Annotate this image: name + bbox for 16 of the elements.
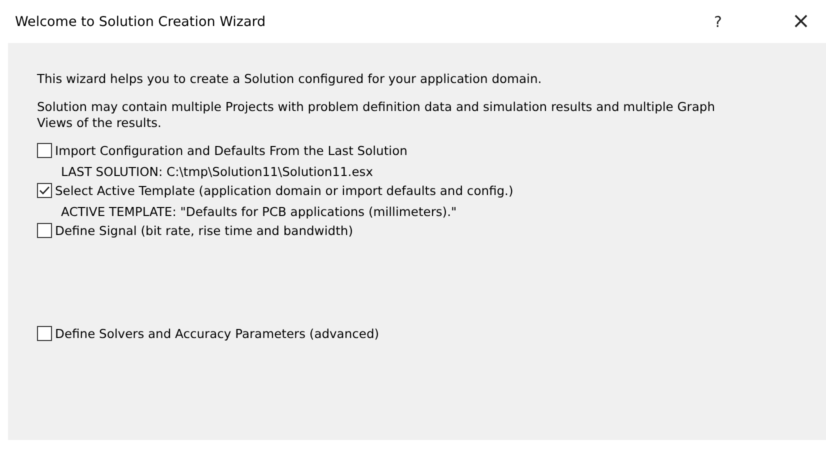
option-label[interactable]: Import Configuration and Defaults From the Last Solution [55, 144, 408, 158]
checkbox[interactable] [37, 223, 52, 238]
option-label[interactable]: Select Active Template (application domain or import defaults and config.) [55, 184, 514, 198]
window-title: Welcome to Solution Creation Wizard [15, 14, 267, 30]
checkbox[interactable] [37, 183, 52, 198]
checkbox[interactable] [37, 326, 52, 341]
option-detail: LAST SOLUTION: C:\tmp\Solution11\Solution11.esx [61, 165, 374, 179]
checkmark-icon [39, 186, 50, 195]
checkbox[interactable] [37, 143, 52, 158]
option-label[interactable]: Define Signal (bit rate, rise time and bandwidth) [55, 224, 353, 238]
close-button[interactable]: × [778, 4, 824, 40]
intro-text: Solution may contain multiple Projects with problem definition data and simulation results and multiple Graph Views of the results. [37, 99, 716, 131]
option-detail: ACTIVE TEMPLATE: "Defaults for PCB applications (millimeters)." [61, 205, 458, 219]
option-label[interactable]: Define Solvers and Accuracy Parameters (advanced) [55, 326, 380, 340]
intro-text: This wizard helps you to create a Solution configured for your application domain. [37, 71, 543, 87]
help-button[interactable]: ? [698, 4, 738, 40]
